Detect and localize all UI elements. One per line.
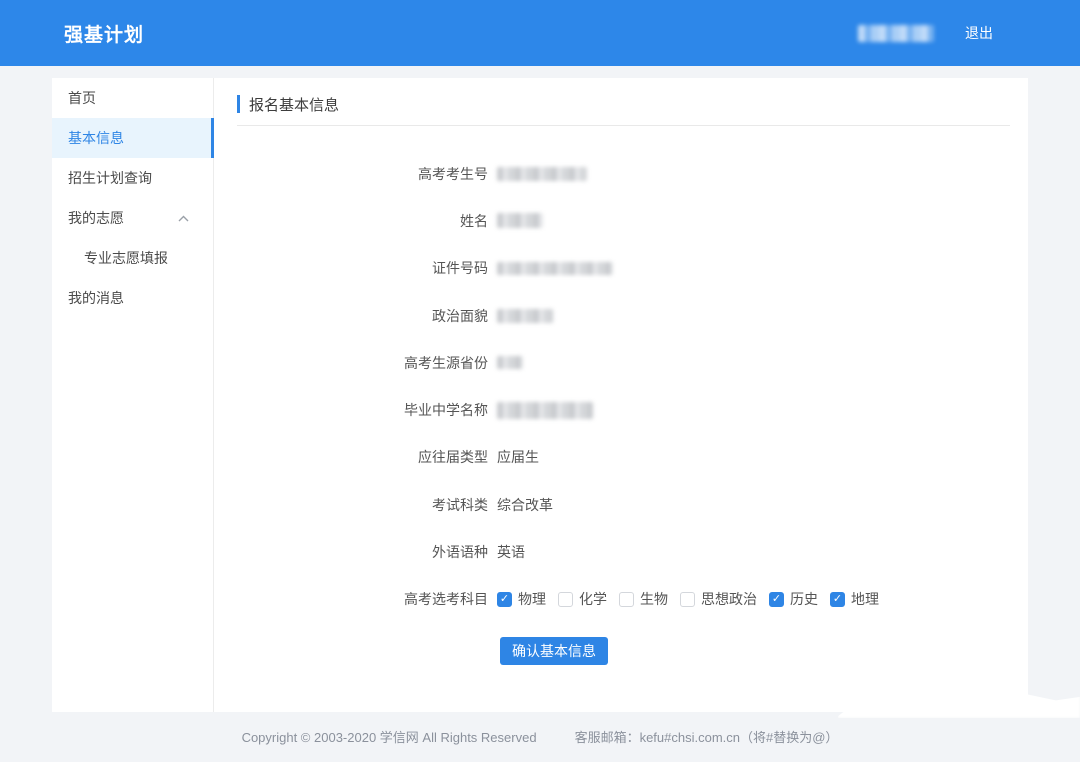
field-value-redacted	[497, 356, 523, 369]
subjects-checkbox-group: 物理 化学 生物 思想政治	[497, 589, 891, 609]
field-value-redacted	[497, 213, 543, 228]
confirm-basic-info-button[interactable]: 确认基本信息	[500, 637, 608, 665]
checkbox-label: 物理	[518, 589, 546, 609]
field-value: 英语	[497, 542, 525, 562]
user-name-redacted	[858, 25, 934, 42]
field-label: 政治面貌	[214, 306, 488, 326]
app-title: 强基计划	[64, 20, 144, 47]
field-label: 应往届类型	[214, 447, 488, 467]
field-row-high-school-name: 毕业中学名称	[214, 386, 1028, 433]
footer-copyright: Copyright © 2003-2020 学信网 All Rights Res…	[242, 727, 537, 746]
subject-item: 物理	[497, 589, 546, 609]
field-row-foreign-language: 外语语种 英语	[214, 528, 1028, 575]
logout-button[interactable]: 退出	[965, 23, 993, 43]
sidebar-item-label: 我的消息	[68, 288, 124, 308]
checkbox-history[interactable]	[769, 592, 784, 607]
field-value-redacted	[497, 402, 593, 419]
checkbox-label: 化学	[579, 589, 607, 609]
checkbox-label: 思想政治	[701, 589, 757, 609]
sidebar-item-home[interactable]: 首页	[52, 78, 213, 118]
field-row-id-number: 证件号码	[214, 245, 1028, 292]
sidebar-item-label: 首页	[68, 88, 96, 108]
sidebar-item-label: 我的志愿	[68, 208, 124, 228]
field-row-exam-category: 考试科类 综合改革	[214, 481, 1028, 528]
subject-item: 生物	[619, 589, 668, 609]
field-label: 姓名	[214, 211, 488, 231]
page-title: 报名基本信息	[249, 94, 339, 115]
field-label: 高考选考科目	[214, 589, 488, 609]
field-label: 高考生源省份	[214, 353, 488, 373]
sidebar-item-label: 基本信息	[68, 128, 124, 148]
field-label: 毕业中学名称	[214, 400, 488, 420]
subject-item: 历史	[769, 589, 818, 609]
field-row-selected-subjects: 高考选考科目 物理 化学 生物	[214, 576, 1028, 623]
subject-item: 思想政治	[680, 589, 757, 609]
field-value-redacted	[497, 167, 587, 181]
checkbox-label: 历史	[790, 589, 818, 609]
content-panel: 报名基本信息 高考考生号 姓名 证件号码 政治面貌 高考生源省份	[214, 78, 1028, 712]
field-row-graduate-type: 应往届类型 应届生	[214, 434, 1028, 481]
section-divider	[237, 125, 1010, 126]
basic-info-form: 高考考生号 姓名 证件号码 政治面貌 高考生源省份 毕业中学名称	[214, 150, 1028, 665]
field-label: 高考考生号	[214, 164, 488, 184]
checkbox-politics[interactable]	[680, 592, 695, 607]
sidebar-item-enrollment-plan-query[interactable]: 招生计划查询	[52, 158, 213, 198]
sidebar-item-label: 招生计划查询	[68, 168, 152, 188]
sidebar-item-my-messages[interactable]: 我的消息	[52, 278, 213, 318]
field-value-redacted	[497, 309, 553, 323]
subject-item: 化学	[558, 589, 607, 609]
sidebar: 首页 基本信息 招生计划查询 我的志愿 专业志愿填报 我的消息	[52, 78, 214, 712]
field-value: 综合改革	[497, 495, 553, 515]
field-label: 考试科类	[214, 495, 488, 515]
checkbox-geography[interactable]	[830, 592, 845, 607]
page-footer: Copyright © 2003-2020 学信网 All Rights Res…	[0, 727, 1080, 746]
title-accent-bar	[237, 95, 240, 113]
checkbox-label: 生物	[640, 589, 668, 609]
field-label: 证件号码	[214, 258, 488, 278]
sidebar-item-basic-info[interactable]: 基本信息	[52, 118, 213, 158]
app-header: 强基计划 退出	[0, 0, 1080, 66]
checkbox-chemistry[interactable]	[558, 592, 573, 607]
field-value: 应届生	[497, 447, 539, 467]
field-value-redacted	[497, 262, 613, 275]
chevron-up-icon	[178, 215, 189, 222]
field-row-source-province: 高考生源省份	[214, 339, 1028, 386]
main-card: 首页 基本信息 招生计划查询 我的志愿 专业志愿填报 我的消息 报名基本信息	[52, 78, 1028, 712]
footer-support-email: 客服邮箱：kefu#chsi.com.cn（将#替换为@）	[575, 727, 839, 746]
subject-item: 地理	[830, 589, 879, 609]
checkbox-label: 地理	[851, 589, 879, 609]
field-row-political-status: 政治面貌	[214, 292, 1028, 339]
sidebar-item-label: 专业志愿填报	[84, 248, 168, 268]
field-label: 外语语种	[214, 542, 488, 562]
sidebar-item-major-preference-filling[interactable]: 专业志愿填报	[52, 238, 213, 278]
field-row-name: 姓名	[214, 197, 1028, 244]
sidebar-item-my-preferences[interactable]: 我的志愿	[52, 198, 213, 238]
checkbox-physics[interactable]	[497, 592, 512, 607]
field-row-exam-candidate-number: 高考考生号	[214, 150, 1028, 197]
checkbox-biology[interactable]	[619, 592, 634, 607]
